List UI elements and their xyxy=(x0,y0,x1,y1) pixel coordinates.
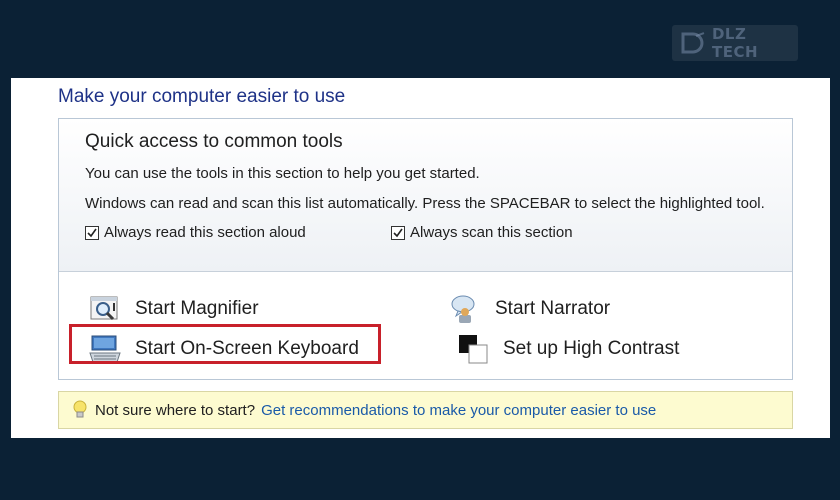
narrator-icon xyxy=(451,295,475,323)
read-aloud-checkbox[interactable]: Always read this section aloud xyxy=(85,224,306,241)
start-magnifier-label: Start Magnifier xyxy=(135,298,259,319)
section-description-2: Windows can read and scan this list auto… xyxy=(85,195,765,212)
read-aloud-label: Always read this section aloud xyxy=(104,224,306,241)
scan-section-label: Always scan this section xyxy=(410,224,573,241)
high-contrast-icon xyxy=(459,335,488,364)
checkbox-checked-icon[interactable] xyxy=(85,225,99,240)
start-magnifier-link[interactable]: Start Magnifier xyxy=(89,293,259,325)
lightbulb-icon xyxy=(73,400,87,418)
tip-bar: Not sure where to start? Get recommendat… xyxy=(58,391,793,429)
recommendations-link[interactable]: Get recommendations to make your compute… xyxy=(261,402,656,419)
watermark-logo: DLZ TECH xyxy=(672,25,798,61)
magnifier-icon xyxy=(90,296,118,321)
logo-mark-icon xyxy=(681,32,705,54)
quick-access-box: Quick access to common tools You can use… xyxy=(58,118,793,380)
scan-section-checkbox[interactable]: Always scan this section xyxy=(391,224,573,241)
section-description-1: You can use the tools in this section to… xyxy=(85,165,480,182)
section-title: Quick access to common tools xyxy=(85,131,343,152)
set-up-high-contrast-label: Set up High Contrast xyxy=(503,338,680,359)
start-narrator-label: Start Narrator xyxy=(495,298,611,319)
start-narrator-link[interactable]: Start Narrator xyxy=(449,293,610,325)
highlight-box xyxy=(69,324,381,364)
quick-access-header: Quick access to common tools You can use… xyxy=(59,119,792,272)
set-up-high-contrast-link[interactable]: Set up High Contrast xyxy=(457,333,679,365)
page-title: Make your computer easier to use xyxy=(58,86,346,107)
checkbox-checked-icon[interactable] xyxy=(391,225,405,240)
tip-text: Not sure where to start? xyxy=(95,401,256,419)
watermark-text: DLZ TECH xyxy=(711,25,759,61)
ease-of-access-panel: Make your computer easier to use Quick a… xyxy=(11,78,830,438)
